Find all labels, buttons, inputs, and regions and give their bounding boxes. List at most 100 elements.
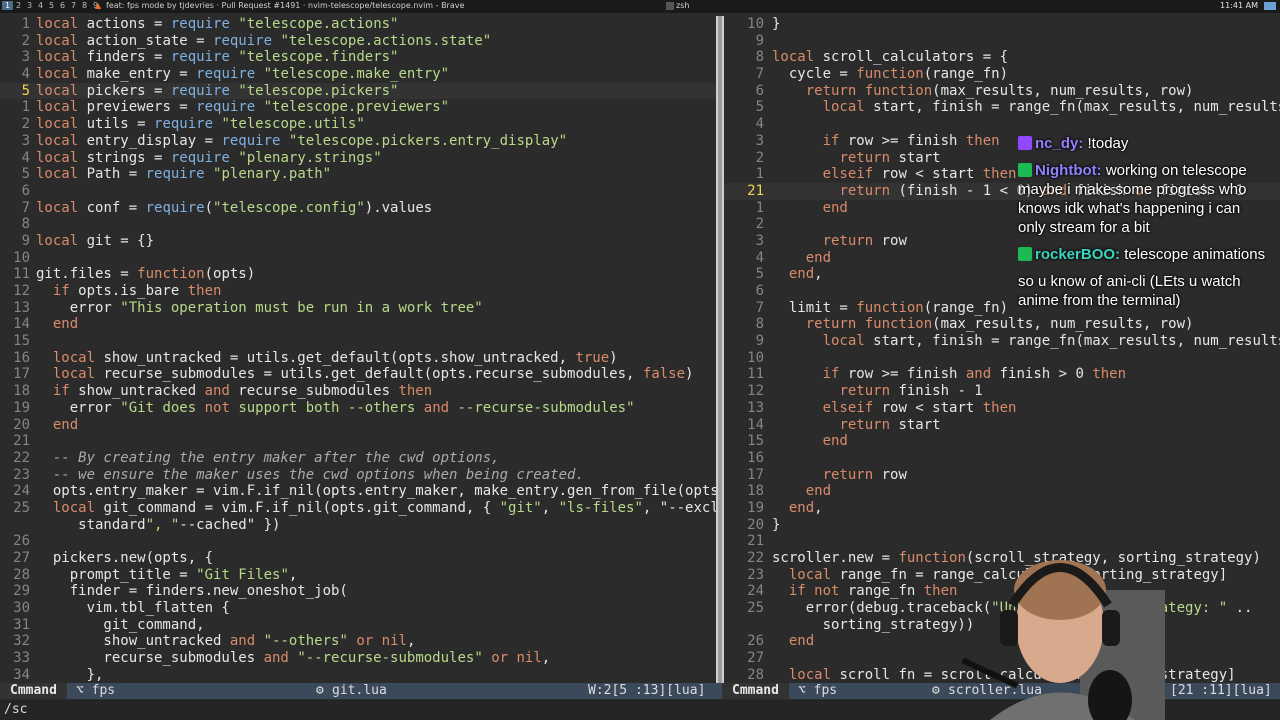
- left-code-line[interactable]: 5 local pickers = require "telescope.pick…: [0, 82, 716, 100]
- right-code-line[interactable]: 12 return finish - 1: [724, 383, 1280, 400]
- scrollbar-thumb[interactable]: [718, 16, 722, 683]
- workspace-3[interactable]: 3: [24, 1, 35, 10]
- code-text: if opts.is_bare then: [52, 283, 222, 299]
- left-code-line[interactable]: 8: [0, 216, 716, 233]
- left-code-line[interactable]: 30 vim.tbl_flatten {: [0, 600, 716, 617]
- line-number: 5: [755, 266, 764, 283]
- right-code-line[interactable]: 11 if row >= finish and finish > 0 then: [724, 366, 1280, 383]
- line-number: 18: [747, 483, 764, 500]
- left-code-line[interactable]: 21: [0, 433, 716, 450]
- code-text: elseif row < start then: [822, 166, 1017, 183]
- line-number: 9: [21, 232, 30, 249]
- left-code-line[interactable]: 12 if opts.is_bare then: [0, 283, 716, 300]
- left-code-line[interactable]: 9 local git = {}: [0, 233, 716, 250]
- left-code-line[interactable]: 6: [0, 183, 716, 200]
- workspace-7[interactable]: 7: [68, 1, 79, 10]
- left-code-line[interactable]: 7 local conf = require("telescope.config"…: [0, 200, 716, 217]
- code-text: end: [822, 433, 848, 450]
- left-code-line[interactable]: 29 finder = finders.new_oneshot_job(: [0, 583, 716, 600]
- workspace-4[interactable]: 4: [35, 1, 46, 10]
- line-number: 3: [21, 132, 30, 149]
- left-code-line[interactable]: 26: [0, 533, 716, 550]
- left-code-line[interactable]: 13 error "This operation must be run in …: [0, 300, 716, 317]
- right-code-line[interactable]: 17 return row: [724, 467, 1280, 484]
- line-number: 19: [747, 499, 764, 516]
- right-code-line[interactable]: 10}: [724, 16, 1280, 33]
- left-code-line[interactable]: 4 local make_entry = require "telescope.m…: [0, 66, 716, 83]
- right-code-line[interactable]: 13 elseif row < start then: [724, 400, 1280, 417]
- right-code-line[interactable]: 9: [724, 33, 1280, 50]
- left-code-line[interactable]: 20 end: [0, 417, 716, 434]
- workspace-2[interactable]: 2: [13, 1, 24, 10]
- left-code-line[interactable]: 24 opts.entry_maker = vim.F.if_nil(opts.…: [0, 483, 716, 500]
- line-number: 25: [747, 600, 764, 617]
- left-code-line[interactable]: 4 local strings = require "plenary.string…: [0, 150, 716, 167]
- right-code-line[interactable]: 15 end: [724, 433, 1280, 450]
- left-code-line[interactable]: 25 local git_command = vim.F.if_nil(opts…: [0, 500, 716, 517]
- code-text: pickers.new(opts, {: [36, 550, 214, 566]
- workspace-8[interactable]: 8: [79, 1, 90, 10]
- code-text: local show_untracked = utils.get_default…: [52, 349, 618, 366]
- left-code-line[interactable]: 31 git_command,: [0, 617, 716, 634]
- left-code-line[interactable]: 2 local action_state = require "telescope…: [0, 33, 716, 50]
- line-number: 8: [755, 49, 764, 66]
- line-number: 21: [747, 533, 764, 550]
- left-code-line[interactable]: 15: [0, 333, 716, 350]
- editor-pane-left[interactable]: 1 local actions = require "telescope.acti…: [0, 16, 716, 682]
- right-code-line[interactable]: 4: [724, 116, 1280, 133]
- line-number: 4: [21, 149, 30, 166]
- line-number: 29: [13, 583, 30, 600]
- split-divider[interactable]: [716, 16, 724, 683]
- line-number: 12: [747, 383, 764, 400]
- line-number: 22: [13, 449, 30, 466]
- right-code-line[interactable]: 10: [724, 350, 1280, 367]
- right-code-line[interactable]: 6 return function(max_results, num_resul…: [724, 83, 1280, 100]
- workspace-list[interactable]: 123456789: [2, 1, 101, 10]
- right-code-line[interactable]: 5 local start, finish = range_fn(max_res…: [724, 99, 1280, 116]
- code-text: show_untracked and "--others" or nil,: [36, 633, 416, 650]
- right-code-line[interactable]: 18 end: [724, 483, 1280, 500]
- right-code-line[interactable]: 14 return start: [724, 417, 1280, 434]
- left-code-line[interactable]: 22 -- By creating the entry maker after …: [0, 450, 716, 467]
- left-code-line[interactable]: 1 local previewers = require "telescope.p…: [0, 99, 716, 116]
- right-code-line[interactable]: 9 local start, finish = range_fn(max_res…: [724, 333, 1280, 350]
- left-code-line[interactable]: 10: [0, 250, 716, 267]
- left-code-line[interactable]: 17 local recurse_submodules = utils.get_…: [0, 366, 716, 383]
- chat-message: Nightbot: working on telescope maybe i m…: [1018, 161, 1270, 237]
- code-text: local actions = require "telescope.actio…: [36, 16, 399, 32]
- tray-icon[interactable]: [1264, 2, 1276, 10]
- line-number: 25: [13, 499, 30, 516]
- left-code-line[interactable]: 2 local utils = require "telescope.utils": [0, 116, 716, 133]
- left-code-line[interactable]: 11 git.files = function(opts): [0, 266, 716, 283]
- left-code-line[interactable]: 18 if show_untracked and recurse_submodu…: [0, 383, 716, 400]
- line-number: 8: [21, 216, 30, 233]
- left-code-line[interactable]: 16 local show_untracked = utils.get_defa…: [0, 350, 716, 367]
- left-code-line[interactable]: 34 },: [0, 667, 716, 682]
- right-code-line[interactable]: 19 end,: [724, 500, 1280, 517]
- left-code-line[interactable]: 27 pickers.new(opts, {: [0, 550, 716, 567]
- left-code-line[interactable]: 32 show_untracked and "--others" or nil,: [0, 633, 716, 650]
- right-code-line[interactable]: 7 cycle = function(range_fn): [724, 66, 1280, 83]
- left-code-line[interactable]: 14 end: [0, 316, 716, 333]
- line-number: 31: [13, 616, 30, 633]
- left-code-line[interactable]: 19 error "Git does not support both --ot…: [0, 400, 716, 417]
- left-code-line[interactable]: 28 prompt_title = "Git Files",: [0, 567, 716, 584]
- line-number: 15: [747, 433, 764, 450]
- left-code-line[interactable]: 3 local finders = require "telescope.find…: [0, 49, 716, 66]
- workspace-5[interactable]: 5: [46, 1, 57, 10]
- chat-username: rockerBOO:: [1035, 246, 1125, 263]
- workspace-1[interactable]: 1: [2, 1, 13, 10]
- code-text: local start, finish = range_fn(max_resul…: [822, 333, 1280, 350]
- left-code-line[interactable]: 3 local entry_display = require "telescop…: [0, 133, 716, 150]
- workspace-6[interactable]: 6: [57, 1, 68, 10]
- left-code-line[interactable]: 5 local Path = require "plenary.path": [0, 166, 716, 183]
- left-code-line[interactable]: 33 recurse_submodules and "--recurse-sub…: [0, 650, 716, 667]
- right-code-line[interactable]: 8 local scroll_calculators = {: [724, 49, 1280, 66]
- code-text: local entry_display = require "telescope…: [36, 132, 568, 149]
- right-code-line[interactable]: 16: [724, 450, 1280, 467]
- left-code-line[interactable]: standard", "--cached" }): [0, 517, 716, 534]
- right-code-line[interactable]: 8 return function(max_results, num_resul…: [724, 316, 1280, 333]
- left-code-line[interactable]: 23 -- we ensure the maker uses the cwd o…: [0, 467, 716, 484]
- chat-username: nc_dy:: [1035, 135, 1088, 152]
- left-code-line[interactable]: 1 local actions = require "telescope.acti…: [0, 16, 716, 33]
